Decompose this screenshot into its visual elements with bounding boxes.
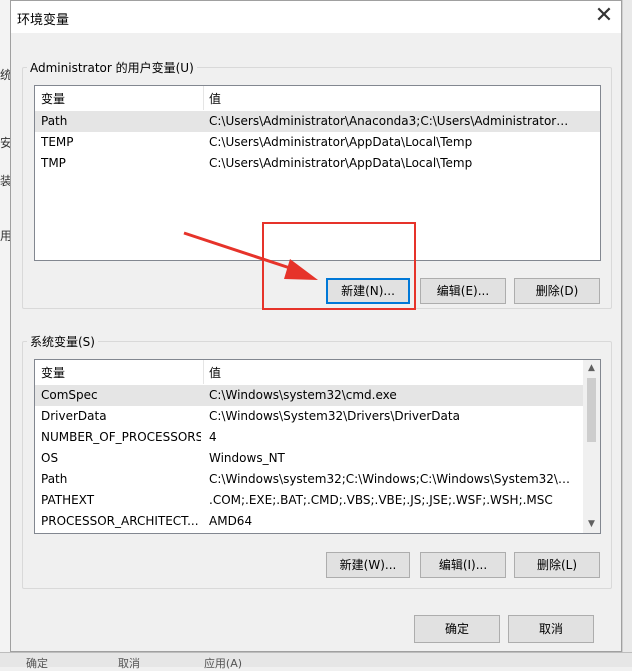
variable-name: TMP: [41, 156, 66, 170]
cancel-button[interactable]: 取消: [508, 615, 594, 643]
user-delete-button[interactable]: 删除(D): [514, 278, 600, 304]
column-header-value[interactable]: 值: [209, 90, 221, 107]
variable-name: DriverData: [41, 409, 107, 423]
column-header-variable[interactable]: 变量: [41, 90, 65, 107]
table-row[interactable]: OS Windows_NT: [35, 448, 583, 469]
vertical-scrollbar[interactable]: ▲ ▼: [583, 360, 600, 533]
table-row[interactable]: PATHEXT .COM;.EXE;.BAT;.CMD;.VBS;.VBE;.J…: [35, 490, 583, 511]
system-variables-label: 系统变量(S): [27, 333, 98, 350]
column-divider[interactable]: [203, 360, 204, 384]
annotation-highlight-box: [262, 222, 416, 310]
variable-name: TEMP: [41, 135, 74, 149]
variable-name: NUMBER_OF_PROCESSORS: [41, 430, 201, 444]
dialog-title: 环境变量: [17, 13, 70, 28]
variable-value: AMD64: [209, 514, 253, 528]
system-delete-button[interactable]: 删除(L): [514, 552, 600, 578]
table-row[interactable]: Path C:\Users\Administrator\Anaconda3;C:…: [35, 111, 600, 132]
variable-value: C:\Users\Administrator\AppData\Local\Tem…: [209, 135, 473, 149]
table-row[interactable]: PROCESSOR_ARCHITECT... AMD64: [35, 511, 583, 532]
user-variables-label: Administrator 的用户变量(U): [27, 59, 197, 76]
variable-value: C:\Windows\System32\Drivers\DriverData: [209, 409, 460, 423]
system-new-button[interactable]: 新建(W)...: [326, 552, 410, 578]
variable-name: ComSpec: [41, 388, 98, 402]
system-variables-list[interactable]: 变量 值 ComSpec C:\Windows\system32\cmd.exe…: [34, 359, 601, 534]
variable-value: Windows_NT: [209, 451, 285, 465]
background-window-right: [622, 0, 632, 666]
list-header: 变量 值: [35, 86, 600, 110]
column-divider[interactable]: [203, 86, 204, 110]
title-bar: 环境变量 ✕: [11, 1, 621, 33]
table-row[interactable]: ComSpec C:\Windows\system32\cmd.exe: [35, 385, 583, 406]
column-header-variable[interactable]: 变量: [41, 364, 65, 381]
table-row[interactable]: TEMP C:\Users\Administrator\AppData\Loca…: [35, 132, 600, 153]
environment-variables-dialog: 环境变量 ✕ Administrator 的用户变量(U) 变量 值 Path …: [10, 0, 622, 652]
variable-name: PROCESSOR_ARCHITECT...: [41, 514, 199, 528]
scroll-down-arrow-icon[interactable]: ▼: [583, 516, 600, 533]
table-row[interactable]: DriverData C:\Windows\System32\Drivers\D…: [35, 406, 583, 427]
variable-name: Path: [41, 472, 68, 486]
background-apply-button: 应用(A): [203, 657, 243, 670]
background-cancel-button: 取消: [118, 657, 140, 670]
table-row[interactable]: TMP C:\Users\Administrator\AppData\Local…: [35, 153, 600, 174]
close-icon[interactable]: ✕: [591, 3, 617, 29]
list-header: 变量 值: [35, 360, 600, 384]
background-window-bottom: 确定 取消 应用(A): [0, 652, 632, 670]
variable-value: C:\Windows\system32;C:\Windows;C:\Window…: [209, 472, 571, 486]
variable-name: OS: [41, 451, 59, 465]
table-row[interactable]: NUMBER_OF_PROCESSORS 4: [35, 427, 583, 448]
variable-value: 4: [209, 430, 217, 444]
user-edit-button[interactable]: 编辑(E)...: [420, 278, 506, 304]
table-row[interactable]: Path C:\Windows\system32;C:\Windows;C:\W…: [35, 469, 583, 490]
variable-value: C:\Users\Administrator\Anaconda3;C:\User…: [209, 114, 571, 128]
variable-value: C:\Users\Administrator\AppData\Local\Tem…: [209, 156, 473, 170]
scrollbar-thumb[interactable]: [587, 378, 596, 442]
background-ok-button: 确定: [26, 657, 48, 670]
ok-button[interactable]: 确定: [414, 615, 500, 643]
column-header-value[interactable]: 值: [209, 364, 221, 381]
variable-value: .COM;.EXE;.BAT;.CMD;.VBS;.VBE;.JS;.JSE;.…: [209, 493, 553, 507]
scroll-up-arrow-icon[interactable]: ▲: [583, 360, 600, 377]
variable-name: Path: [41, 114, 68, 128]
variable-value: C:\Windows\system32\cmd.exe: [209, 388, 397, 402]
system-edit-button[interactable]: 编辑(I)...: [420, 552, 506, 578]
variable-name: PATHEXT: [41, 493, 95, 507]
